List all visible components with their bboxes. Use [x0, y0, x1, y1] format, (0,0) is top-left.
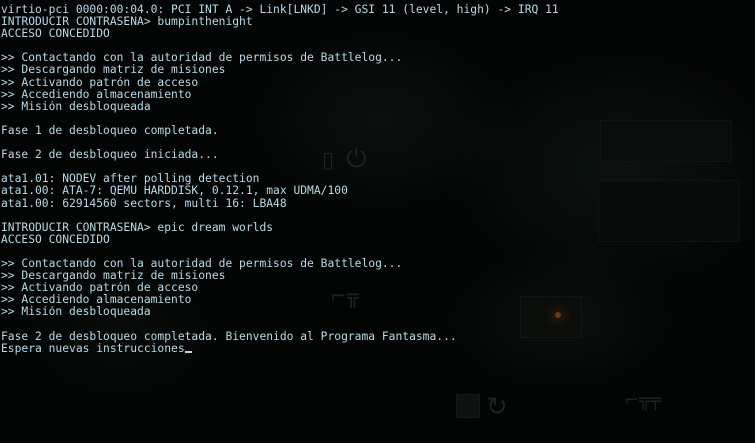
- terminal-line: >> Activando patrón de acceso: [1, 282, 199, 295]
- terminal-line: ata1.01: NODEV after polling detection: [1, 173, 260, 186]
- text-cursor: [184, 350, 192, 353]
- terminal-line: INTRODUCIR CONTRASEÑA> bumpinthenight: [1, 16, 253, 29]
- terminal-line: Fase 2 de desbloqueo completada. Bienven…: [1, 330, 457, 343]
- terminal-line: ACCESO CONCEDIDO: [1, 28, 110, 41]
- terminal-line: ACCESO CONCEDIDO: [1, 233, 110, 246]
- terminal-line: >> Contactando con la autoridad de permi…: [1, 257, 403, 270]
- terminal-line: >> Accediendo almacenamiento: [1, 294, 192, 307]
- terminal-line: >> Descargando matriz de misiones: [1, 270, 226, 283]
- terminal-line: >> Misión desbloqueada: [1, 306, 151, 319]
- terminal-line: >> Activando patrón de acceso: [1, 76, 199, 89]
- terminal-line: >> Descargando matriz de misiones: [1, 64, 226, 77]
- terminal-line: >> Contactando con la autoridad de permi…: [1, 52, 403, 65]
- terminal-output: virtio-pci 0000:00:04.0: PCI INT A -> Li…: [0, 0, 755, 443]
- terminal-line: Fase 1 de desbloqueo completada.: [1, 124, 219, 137]
- terminal-line: ata1.00: 62914560 sectors, multi 16: LBA…: [1, 197, 287, 210]
- terminal-line: Espera nuevas instrucciones: [1, 343, 755, 355]
- terminal-line: >> Misión desbloqueada: [1, 100, 151, 113]
- terminal-line: virtio-pci 0000:00:04.0: PCI INT A -> Li…: [1, 4, 559, 16]
- terminal-screen: ⏻ ▯ ⌐╦ ↻ ⌐╦╤ virtio-pci 0000:00:04.0: PC…: [0, 0, 755, 443]
- terminal-line: INTRODUCIR CONTRASEÑA> epic dream worlds: [1, 221, 274, 234]
- terminal-line: >> Accediendo almacenamiento: [1, 88, 192, 101]
- terminal-line: ata1.00: ATA-7: QEMU HARDDISK, 0.12.1, m…: [1, 185, 348, 198]
- terminal-line: Fase 2 de desbloqueo iniciada...: [1, 149, 219, 162]
